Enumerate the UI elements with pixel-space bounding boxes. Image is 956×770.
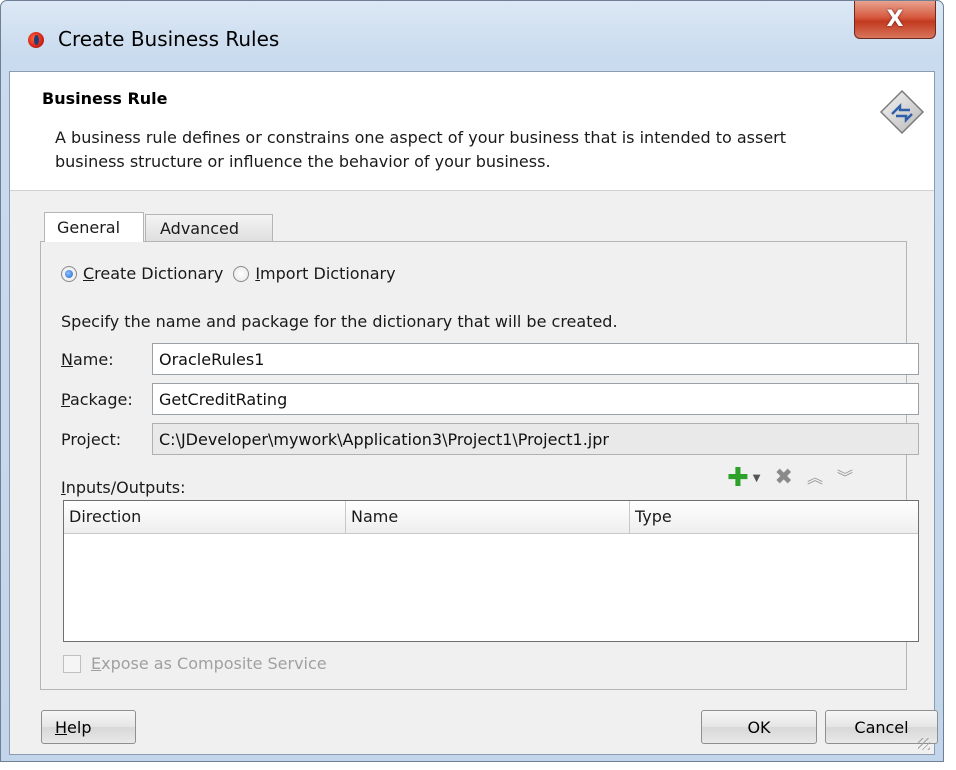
header-title: Business Rule xyxy=(42,89,168,108)
import-dictionary-label[interactable]: Import Dictionary xyxy=(255,264,395,283)
create-dictionary-label[interactable]: Create Dictionary xyxy=(83,264,223,283)
tab-advanced-label: Advanced xyxy=(160,219,240,238)
delete-icon[interactable]: ✖ xyxy=(775,466,793,490)
inputs-outputs-table[interactable]: Direction Name Type xyxy=(63,500,919,642)
tab-general[interactable]: General xyxy=(44,212,144,242)
resize-grip[interactable] xyxy=(918,738,930,750)
title-bar[interactable]: Create Business Rules X xyxy=(1,1,943,71)
expose-composite-service-row: Expose as Composite Service xyxy=(63,654,327,673)
help-button[interactable]: Help xyxy=(41,710,136,744)
window-title: Create Business Rules xyxy=(58,27,280,51)
column-header-direction[interactable]: Direction xyxy=(64,501,346,533)
inputs-outputs-label: Inputs/Outputs: xyxy=(61,478,186,497)
column-header-name[interactable]: Name xyxy=(346,501,630,533)
tab-general-label: General xyxy=(57,218,121,237)
close-button[interactable]: X xyxy=(854,1,936,39)
header-panel: Business Rule A business rule defines or… xyxy=(10,72,934,191)
add-icon[interactable]: ✚ xyxy=(727,465,749,491)
create-dictionary-radio[interactable] xyxy=(61,265,77,282)
project-input[interactable] xyxy=(152,423,919,455)
instruction-text: Specify the name and package for the dic… xyxy=(61,312,618,331)
io-toolbar: ✚ ▼ ✖ ︽ ︾ xyxy=(727,465,853,491)
ok-button[interactable]: OK xyxy=(701,710,817,744)
import-dictionary-radio[interactable] xyxy=(233,265,250,282)
name-input[interactable] xyxy=(152,343,919,375)
expose-composite-service-checkbox[interactable] xyxy=(63,654,81,673)
tab-advanced[interactable]: Advanced xyxy=(145,214,273,242)
move-down-icon[interactable]: ︾ xyxy=(837,466,853,490)
header-description: A business rule defines or constrains on… xyxy=(55,128,787,171)
dialog-window: Create Business Rules X Business Rule A … xyxy=(0,0,944,762)
move-up-icon[interactable]: ︽ xyxy=(807,466,823,490)
column-header-type[interactable]: Type xyxy=(630,501,918,533)
dictionary-mode-group: Create Dictionary Import Dictionary xyxy=(61,264,400,283)
business-rule-icon xyxy=(879,89,925,135)
package-label: Package: xyxy=(61,390,133,409)
app-icon xyxy=(28,32,44,48)
table-header: Direction Name Type xyxy=(64,501,918,534)
name-label: Name: xyxy=(61,350,114,369)
general-tab-panel: Create Dictionary Import Dictionary Spec… xyxy=(40,241,919,690)
package-input[interactable] xyxy=(152,383,919,415)
close-icon: X xyxy=(886,7,904,32)
project-label: Project: xyxy=(61,430,122,449)
dialog-client-area: Business Rule A business rule defines or… xyxy=(9,71,938,755)
add-dropdown-chevron-down-icon[interactable]: ▼ xyxy=(753,473,761,484)
expose-composite-service-label: Expose as Composite Service xyxy=(91,654,327,673)
